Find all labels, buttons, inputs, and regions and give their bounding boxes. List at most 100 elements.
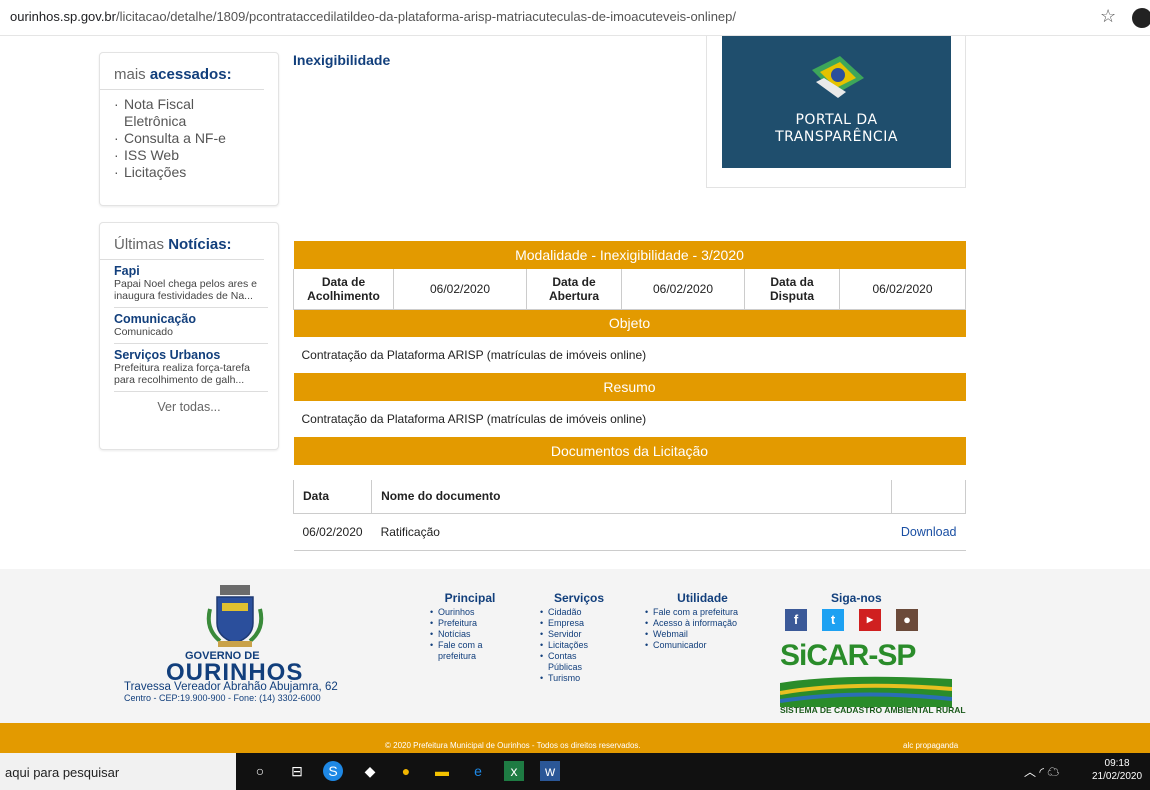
col-document-name: Nome do documento — [371, 480, 893, 514]
table-row: 06/02/2020 Ratificação Download — [293, 513, 966, 551]
footer-link[interactable]: Licitações — [540, 640, 618, 651]
cortana-icon[interactable]: ○ — [250, 761, 270, 781]
most-accessed-list: Nota FiscalEletrônica Consulta a NF-e IS… — [114, 96, 278, 181]
download-link[interactable]: Download — [901, 525, 957, 539]
skype-icon[interactable]: S — [323, 761, 343, 781]
dates-row: Data de Acolhimento 06/02/2020 Data de Abe… — [293, 269, 966, 310]
browser-address-bar[interactable]: ourinhos.sp.gov.br/licitacao/detalhe/180… — [0, 0, 1150, 36]
latest-news-title: Últimas Notícias: — [100, 223, 264, 260]
disputa-label: Data da Disputa — [744, 269, 840, 310]
taskbar-search-placeholder: aqui para pesquisar — [5, 765, 120, 780]
footer-link[interactable]: Empresa — [540, 618, 618, 629]
objeto-header: Objeto — [293, 309, 966, 337]
task-view-icon[interactable]: ⊟ — [287, 761, 307, 781]
taskbar-search-box[interactable]: aqui para pesquisar — [0, 753, 236, 790]
page-title: Inexigibilidade — [293, 52, 391, 68]
footer-servicos-title: Serviços — [553, 591, 605, 605]
link-licitacoes[interactable]: Licitações — [114, 164, 278, 181]
footer-link[interactable]: Prefeitura — [430, 618, 510, 629]
resumo-text: Contratação da Plataforma ARISP (matrícu… — [301, 412, 647, 426]
footer-servicos-column: Serviços Cidadão Empresa Servidor Licita… — [540, 591, 618, 684]
document-name: Ratificação — [371, 513, 892, 551]
copyright-bar: © 2020 Prefeitura Municipal de Ourinhos … — [0, 723, 1150, 753]
footer-link[interactable]: Webmail — [645, 629, 760, 640]
footer-address: Travessa Vereador Abrahão Abujamra, 62 — [124, 681, 338, 693]
documents-header: Documentos da Licitação — [293, 437, 966, 465]
news-title: Serviços Urbanos — [114, 348, 221, 362]
news-summary: inaugura festividades de Na... — [114, 290, 253, 302]
col-action — [891, 480, 966, 514]
footer-link[interactable]: Acesso à informação — [645, 618, 760, 629]
word-icon[interactable]: w — [540, 761, 560, 781]
acolhimento-label: Data de Acolhimento — [293, 269, 394, 310]
footer-link[interactable]: Comunicador — [645, 640, 760, 651]
system-tray-icons[interactable]: ︿ ◜ ☁ — [1024, 763, 1059, 780]
resumo-header: Resumo — [293, 373, 966, 401]
document-date: 06/02/2020 — [293, 513, 372, 551]
brazil-flag-icon — [812, 56, 864, 98]
instagram-icon[interactable]: ● — [896, 609, 918, 631]
chrome-icon[interactable]: ● — [396, 761, 416, 781]
file-explorer-icon[interactable]: ▬ — [432, 761, 452, 781]
modality-header: Modalidade - Inexigibilidade - 3/2020 — [293, 241, 966, 269]
sicar-landscape-icon — [780, 676, 952, 707]
footer-link[interactable]: Fale com aprefeitura — [430, 640, 510, 662]
news-summary: Papai Noel chega pelos ares e — [114, 278, 258, 290]
link-consulta-nfe[interactable]: Consulta a NF-e — [114, 130, 278, 147]
news-summary: Comunicado — [114, 326, 173, 338]
profile-avatar[interactable] — [1132, 8, 1150, 28]
footer-link[interactable]: Turismo — [540, 673, 618, 684]
footer-link[interactable]: Fale com a prefeitura — [645, 607, 760, 618]
abertura-label: Data de Abertura — [526, 269, 622, 310]
site-footer: GOVERNO DE OURINHOS Travessa Vereador Ab… — [0, 569, 1150, 723]
excel-icon[interactable]: x — [504, 761, 524, 781]
footer-principal-title: Principal — [444, 591, 496, 605]
latest-news-box: Últimas Notícias: Fapi Papai Noel chega … — [99, 222, 279, 450]
news-item[interactable]: Fapi Papai Noel chega pelos ares e inaug… — [114, 260, 268, 308]
youtube-icon[interactable]: ▶ — [859, 609, 881, 631]
footer-cep-phone: Centro - CEP:19.900-900 - Fone: (14) 330… — [124, 693, 321, 703]
news-item[interactable]: Serviços Urbanos Prefeitura realiza forç… — [114, 344, 268, 392]
link-iss-web[interactable]: ISS Web — [114, 147, 278, 164]
footer-link[interactable]: Ourinhos — [430, 607, 510, 618]
city-coat-of-arms-icon — [206, 585, 264, 647]
agency-credit[interactable]: alc propaganda — [903, 741, 958, 750]
disputa-value: 06/02/2020 — [839, 269, 966, 310]
url-path: /licitacao/detalhe/1809/pcontrataccedila… — [116, 9, 736, 24]
acolhimento-value: 06/02/2020 — [393, 269, 527, 310]
footer-link[interactable]: Servidor — [540, 629, 618, 640]
most-accessed-box: mais acessados: Nota FiscalEletrônica Co… — [99, 52, 279, 206]
portal-banner-box: PORTAL DA TRANSPARÊNCIA — [706, 36, 966, 188]
col-date: Data — [292, 480, 373, 514]
sicar-logo[interactable]: SiCAR-SP SISTEMA DE CADASTRO AMBIENTAL R… — [780, 639, 966, 719]
bidding-detail-table: Modalidade - Inexigibilidade - 3/2020 Da… — [293, 241, 966, 465]
news-title: Comunicação — [114, 312, 196, 326]
bookmark-star-icon[interactable]: ☆ — [1100, 6, 1116, 27]
app-icon[interactable]: ◆ — [360, 761, 380, 781]
sicar-subtitle: SISTEMA DE CADASTRO AMBIENTAL RURAL — [780, 705, 966, 715]
twitter-icon[interactable]: t — [822, 609, 844, 631]
footer-utilidade-column: Utilidade Fale com a prefeitura Acesso à… — [645, 591, 760, 651]
social-title: Siga-nos — [831, 591, 882, 605]
documents-header-row: Data Nome do documento — [292, 480, 966, 514]
edge-icon[interactable]: e — [468, 761, 488, 781]
taskbar-clock[interactable]: 09:18 21/02/2020 — [1092, 757, 1142, 783]
footer-link[interactable]: Cidadão — [540, 607, 618, 618]
footer-link[interactable]: ContasPúblicas — [540, 651, 618, 673]
news-summary: Prefeitura realiza força-tarefa — [114, 362, 250, 374]
footer-principal-column: Principal Ourinhos Prefeitura Notícias F… — [430, 591, 510, 662]
url-host: ourinhos.sp.gov.br — [10, 9, 116, 24]
copyright-text: © 2020 Prefeitura Municipal de Ourinhos … — [385, 741, 641, 750]
portal-transparencia-banner[interactable]: PORTAL DA TRANSPARÊNCIA — [722, 36, 951, 168]
documents-table: Data Nome do documento 06/02/2020 Ratifi… — [292, 480, 966, 551]
footer-link[interactable]: Notícias — [430, 629, 510, 640]
link-nota-fiscal[interactable]: Nota FiscalEletrônica — [114, 96, 278, 130]
news-item[interactable]: Comunicação Comunicado — [114, 308, 268, 344]
url-text[interactable]: ourinhos.sp.gov.br/licitacao/detalhe/180… — [10, 9, 736, 24]
news-summary: para recolhimento de galh... — [114, 374, 245, 386]
facebook-icon[interactable]: f — [785, 609, 807, 631]
news-title: Fapi — [114, 264, 140, 278]
see-all-news-link[interactable]: Ver todas... — [100, 400, 278, 414]
objeto-text: Contratação da Plataforma ARISP (matrícu… — [301, 348, 647, 362]
most-accessed-title: mais acessados: — [100, 53, 264, 90]
